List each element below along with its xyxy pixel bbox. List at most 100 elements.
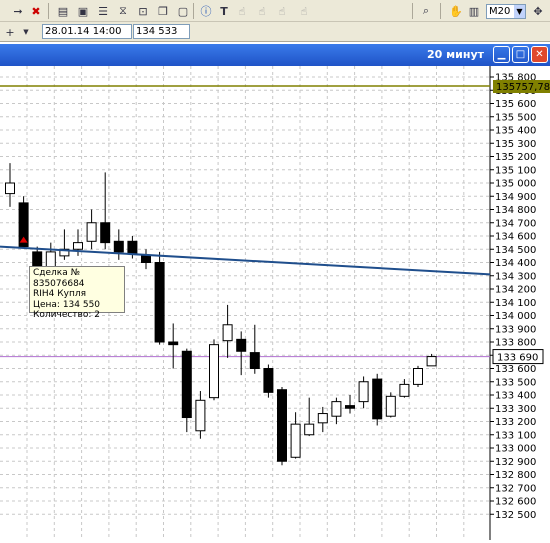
chevron-down-icon[interactable]: ▼ — [18, 24, 34, 40]
date-field[interactable]: 28.01.14 14:00 — [42, 24, 132, 39]
candle-body — [290, 423, 301, 458]
price-axis-label: 133 300 — [495, 404, 536, 415]
price-axis-label: 133 100 — [495, 430, 536, 441]
info-icon[interactable]: ⓘ — [198, 3, 214, 19]
candle-body — [236, 338, 247, 352]
candle-body — [385, 395, 396, 417]
price-axis-label: 135 200 — [495, 152, 536, 163]
price-axis-label: 133 600 — [495, 364, 536, 375]
candle-body — [277, 389, 287, 462]
candle-body — [331, 401, 342, 417]
price-axis-label: 135 600 — [495, 99, 536, 110]
price-axis-label: 133 000 — [495, 444, 536, 455]
price-axis-label: 133 800 — [495, 338, 536, 349]
price-axis-label: 134 400 — [495, 258, 536, 269]
price-axis-label: 135 100 — [495, 165, 536, 176]
price-axis-label: 134 500 — [495, 245, 536, 256]
toolbar-separator — [48, 3, 49, 19]
price-axis-label: 134 900 — [495, 192, 536, 203]
price-axis-label: 133 400 — [495, 391, 536, 402]
candle-body — [372, 378, 383, 420]
candle-body — [222, 324, 233, 342]
hand-pointer-icon[interactable]: ☝ — [296, 3, 312, 19]
candle-body — [399, 383, 410, 397]
candle-body — [304, 423, 315, 436]
hand-icon[interactable]: ✋ — [448, 3, 464, 19]
arrow-icon[interactable]: ➞ — [10, 3, 26, 19]
level-label-current: 133 690 — [497, 353, 538, 364]
copy-icon[interactable]: ❐ — [155, 3, 171, 19]
candle-body — [113, 240, 124, 253]
search-icon[interactable]: ⌕ — [418, 3, 434, 19]
tooltip-line: Сделка № 835076684 — [33, 268, 85, 289]
price-axis-label: 133 900 — [495, 324, 536, 335]
price-axis-label: 134 100 — [495, 298, 536, 309]
main-toolbar: ➞ ✖ ▤ ▣ ☰ ⧖ ⊡ ❐ ▢ ⓘ T ☝ ☝ ☝ ☝ ⌕ ✋ ▥ M20 … — [0, 0, 550, 22]
chart-window-icon[interactable]: ▣ — [75, 3, 91, 19]
window-title: 20 минут — [427, 48, 484, 61]
candle-body — [73, 242, 83, 250]
level-label-top: 135757,78 — [496, 82, 550, 93]
price-axis-label: 134 000 — [495, 311, 536, 322]
candle-body — [209, 344, 219, 399]
price-axis-label: 134 200 — [495, 285, 536, 296]
toolbar-separator — [440, 3, 441, 19]
toolbar-separator — [193, 3, 194, 19]
price-axis-label: 132 800 — [495, 470, 536, 481]
price-axis-label: 132 700 — [495, 483, 536, 494]
list-icon[interactable]: ☰ — [95, 3, 111, 19]
tooltip-line: RIH4 Купля — [33, 289, 87, 299]
hand-pointer-icon[interactable]: ☝ — [274, 3, 290, 19]
secondary-toolbar: + ▼ 28.01.14 14:00 134 533 — [0, 22, 550, 42]
candle-body — [86, 222, 97, 242]
price-axis-label: 135 000 — [495, 179, 536, 190]
candles-icon[interactable]: ▥ — [466, 3, 482, 19]
price-axis-label: 132 500 — [495, 510, 536, 521]
timeframe-select[interactable]: M20 ▼ — [486, 4, 526, 19]
candle-body — [127, 240, 138, 254]
candle-body — [413, 368, 423, 385]
close-icon[interactable]: ✕ — [531, 46, 548, 63]
maximize-icon[interactable]: □ — [512, 46, 529, 63]
minimize-icon[interactable]: ▁ — [493, 46, 510, 63]
candle-body — [358, 381, 369, 403]
price-axis-label: 135 300 — [495, 139, 536, 150]
candle-body — [141, 255, 151, 263]
price-axis-label: 132 600 — [495, 497, 536, 508]
candle-body — [249, 352, 260, 370]
window-icon[interactable]: ▢ — [175, 3, 191, 19]
price-field[interactable]: 134 533 — [133, 24, 190, 39]
price-axis-label: 134 300 — [495, 271, 536, 282]
candle-body — [100, 222, 111, 244]
price-axis-label: 133 500 — [495, 377, 536, 388]
candle-body — [195, 399, 206, 432]
candle-body — [5, 182, 15, 195]
price-axis-label: 135 500 — [495, 112, 536, 123]
candle-body — [154, 262, 165, 343]
crosshair-icon[interactable]: ✥ — [530, 3, 546, 19]
plus-icon[interactable]: + — [2, 24, 18, 40]
price-axis-label: 134 800 — [495, 205, 536, 216]
text-tool-icon[interactable]: T — [216, 3, 232, 19]
price-axis-label: 135 400 — [495, 126, 536, 137]
candle-body — [426, 356, 437, 367]
cross-delete-icon[interactable]: ✖ — [28, 3, 44, 19]
tooltip-line: Цена: 134 550 — [33, 299, 101, 310]
chart-window-icon[interactable]: ▤ — [55, 3, 71, 19]
timeframe-value: M20 — [489, 6, 511, 17]
trade-tooltip: Сделка № 835076684 RIH4 Купля Цена: 134 … — [29, 266, 125, 320]
filter-icon[interactable]: ⧖ — [115, 3, 131, 19]
tooltip-line: Количество: 2 — [33, 310, 100, 320]
chevron-down-icon[interactable]: ▼ — [514, 5, 525, 18]
price-chart[interactable]: 135 800135 700135 600135 500135 400135 3… — [0, 66, 550, 540]
toolbar-separator — [412, 3, 413, 19]
price-axis-label: 134 600 — [495, 232, 536, 243]
zoom-window-icon[interactable]: ⊡ — [135, 3, 151, 19]
hand-pointer-icon[interactable]: ☝ — [234, 3, 250, 19]
candle-body — [181, 350, 192, 419]
candle-body — [317, 413, 328, 424]
price-axis-label: 134 700 — [495, 218, 536, 229]
hand-pointer-icon[interactable]: ☝ — [254, 3, 270, 19]
window-titlebar: 20 минут ▁ □ ✕ — [0, 44, 550, 66]
candle-body — [345, 405, 355, 409]
